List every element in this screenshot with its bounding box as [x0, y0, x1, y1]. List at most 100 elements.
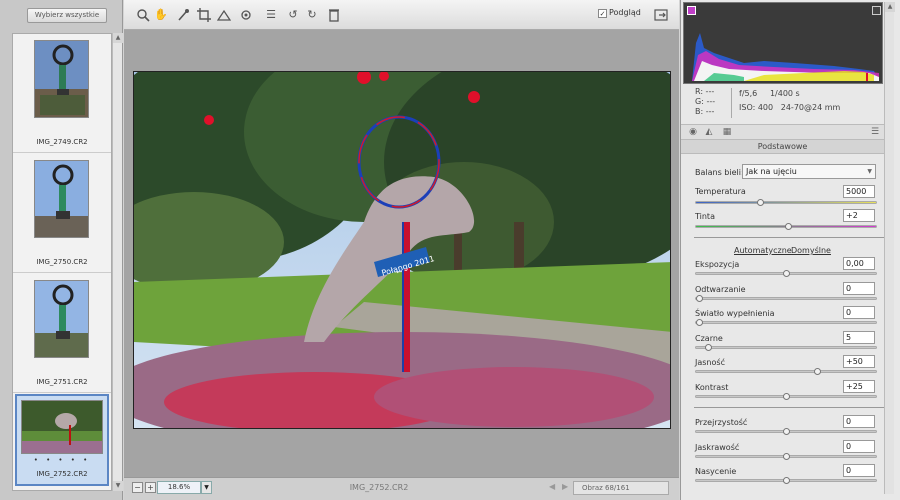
slider-track[interactable]: [695, 392, 877, 400]
slider-value-field[interactable]: 5: [843, 330, 875, 344]
thumbnail-image: [34, 280, 89, 358]
slider-knob[interactable]: [784, 223, 792, 230]
panel-scrollbar[interactable]: ▲: [884, 2, 895, 494]
slider-value-field[interactable]: 0: [843, 464, 875, 477]
slider-label: Przejrzystość: [695, 418, 748, 427]
next-image-icon[interactable]: ▶: [562, 482, 568, 491]
current-filename: IMG_2752.CR2: [349, 483, 409, 492]
panel-menu-icon[interactable]: ☰: [869, 127, 881, 138]
scroll-up-icon[interactable]: ▲: [885, 2, 895, 12]
slider-knob[interactable]: [783, 270, 790, 277]
filmstrip-list: IMG_2749.CR2 IMG_2750.CR2 IMG_2751.CR2 •…: [12, 33, 112, 491]
slider-label: Światło wypełnienia: [695, 309, 775, 318]
divider: [694, 237, 884, 238]
divider: [694, 407, 884, 408]
slider-track[interactable]: [695, 319, 877, 326]
slider-knob[interactable]: [783, 477, 790, 484]
tint-value-field[interactable]: +2: [843, 209, 875, 222]
preferences-icon[interactable]: ☰: [264, 8, 278, 22]
preview-photo[interactable]: Połąngo 2011: [133, 71, 671, 429]
previous-image-icon[interactable]: ◀: [549, 482, 555, 491]
rgb-readout: R: --- G: --- B: ---: [695, 87, 715, 117]
temperature-value-field[interactable]: 5000: [843, 185, 875, 198]
zoom-in-button[interactable]: +: [145, 482, 156, 493]
thumbnail-image: [34, 160, 89, 238]
filmstrip-item[interactable]: IMG_2749.CR2: [13, 34, 111, 153]
slider-label: Jaskrawość: [695, 442, 740, 452]
image-counter: Obraz 68/161: [573, 481, 669, 495]
slider-track[interactable]: [695, 368, 877, 375]
slider-track[interactable]: [695, 428, 877, 435]
slider-track[interactable]: [695, 452, 877, 460]
slider-value-field[interactable]: 0: [843, 306, 875, 319]
slider-knob[interactable]: [814, 368, 822, 375]
slider-knob[interactable]: [696, 319, 703, 326]
thumbnail-caption: IMG_2750.CR2: [36, 258, 88, 266]
trash-icon[interactable]: [327, 8, 341, 22]
tint-slider-track[interactable]: [695, 223, 877, 230]
checkbox-box[interactable]: ✓: [598, 9, 607, 18]
slider-knob[interactable]: [783, 428, 790, 435]
preview-checkbox[interactable]: ✓ Podgląd: [598, 8, 641, 18]
auto-link[interactable]: Automatyczne: [734, 246, 792, 255]
chevron-down-icon[interactable]: ▼: [201, 481, 212, 494]
filmstrip-scrollbar[interactable]: ▲ ▼: [112, 33, 123, 491]
slider-value-field[interactable]: +50: [843, 355, 875, 368]
slider-label: Jasność: [695, 358, 725, 367]
filmstrip-item-selected[interactable]: • • • • • IMG_2752.CR2: [15, 394, 109, 486]
rotate-left-icon[interactable]: ↺: [286, 8, 300, 22]
redeye-icon[interactable]: [239, 8, 253, 22]
panel-title: Podstawowe: [681, 140, 884, 154]
rotate-right-icon[interactable]: ↻: [305, 8, 319, 22]
select-all-button[interactable]: Wybierz wszystkie: [27, 8, 107, 23]
white-balance-value: Jak na ujęciu: [746, 167, 797, 176]
zoom-tool-icon[interactable]: [136, 8, 150, 22]
white-balance-label: Balans bieli:: [695, 168, 744, 177]
thumbnail-image: [21, 400, 103, 454]
white-balance-select[interactable]: Jak na ujęciu ▼: [742, 164, 876, 179]
white-balance-icon[interactable]: [176, 8, 190, 22]
temperature-slider-track[interactable]: [695, 199, 877, 206]
zoom-level-field[interactable]: 18.6%: [157, 481, 201, 494]
slider-track[interactable]: [695, 294, 877, 302]
histogram: [683, 2, 883, 84]
fullscreen-icon[interactable]: [654, 8, 668, 22]
zoom-out-button[interactable]: −: [132, 482, 143, 493]
slider-knob[interactable]: [704, 343, 712, 351]
temperature-label: Temperatura: [695, 187, 746, 196]
filmstrip-item[interactable]: IMG_2751.CR2: [13, 274, 111, 393]
g-value: G: ---: [695, 97, 716, 106]
slider-track[interactable]: [695, 477, 877, 484]
slider-value-field[interactable]: 0: [843, 415, 875, 428]
aperture-value: f/5,6: [739, 89, 758, 98]
preview-area[interactable]: Połąngo 2011: [124, 30, 679, 477]
filmstrip-item[interactable]: IMG_2750.CR2: [13, 154, 111, 273]
scroll-down-icon[interactable]: ▼: [113, 481, 123, 491]
straighten-icon[interactable]: [216, 8, 232, 22]
thumbnail-caption: IMG_2752.CR2: [36, 470, 88, 478]
hand-tool-icon[interactable]: ✋: [154, 8, 168, 22]
slider-knob[interactable]: [783, 452, 790, 460]
adjustments-panel: ▲ R: --- G: --- B: --- f/5,6 1/400 s ISO…: [680, 0, 900, 500]
shutter-value: 1/400 s: [769, 89, 800, 98]
slider-value-field[interactable]: 0: [843, 281, 875, 295]
toolbar: ✋ ☰ ↺ ↻ ✓ Podgląd: [124, 0, 679, 30]
scroll-up-icon[interactable]: ▲: [113, 33, 123, 43]
chevron-down-icon: ▼: [867, 168, 872, 175]
detail-tab-icon[interactable]: ▦: [721, 127, 733, 138]
slider-knob[interactable]: [783, 392, 790, 400]
default-link[interactable]: Domyślne: [791, 246, 831, 255]
slider-value-field[interactable]: 0: [843, 439, 875, 453]
slider-value-field[interactable]: 0,00: [843, 257, 875, 270]
slider-value-field[interactable]: +25: [843, 379, 875, 393]
crop-icon[interactable]: [197, 8, 211, 22]
rating-dots[interactable]: • • • • •: [17, 456, 107, 464]
slider-track[interactable]: [695, 270, 877, 277]
slider-knob[interactable]: [696, 294, 703, 302]
slider-track[interactable]: [695, 343, 877, 351]
tone-curve-tab-icon[interactable]: ◭: [703, 127, 715, 138]
filmstrip-panel: Wybierz wszystkie IMG_2749.CR2 IMG_2750.…: [0, 0, 123, 500]
basic-tab-icon[interactable]: ◉: [687, 127, 699, 138]
slider-knob[interactable]: [756, 199, 764, 206]
r-value: R: ---: [695, 87, 715, 96]
